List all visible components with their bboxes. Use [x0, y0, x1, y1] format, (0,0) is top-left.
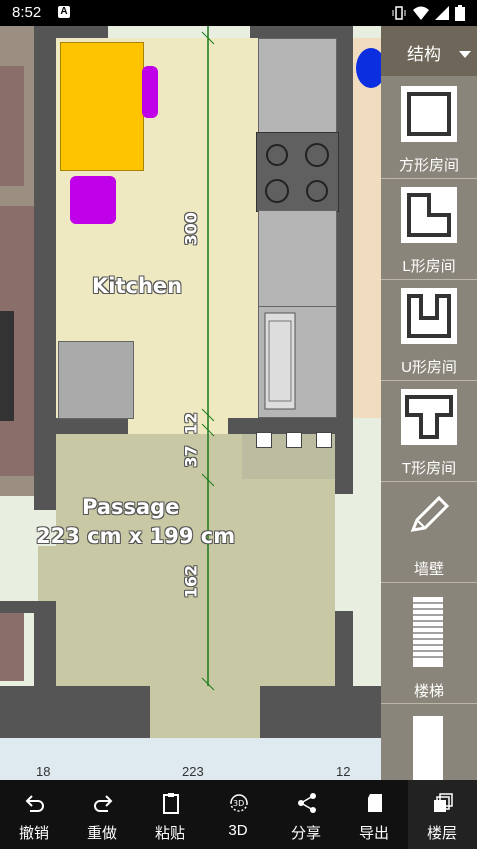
right-room-floor — [353, 38, 381, 418]
layers-icon — [434, 793, 453, 812]
bottom-toolbar: 撤销 重做 粘贴 3D 3D 分享 导出 楼层 — [0, 780, 477, 849]
undo-label: 撤销 — [18, 825, 49, 842]
pencil-icon — [407, 494, 451, 538]
vent-icon — [256, 432, 272, 448]
paste-button[interactable]: 粘贴 — [136, 780, 204, 849]
wall — [0, 601, 38, 613]
kitchen-dimension-label: 300 — [181, 212, 201, 246]
floors-label: 楼层 — [426, 825, 457, 842]
signal-icon — [434, 5, 450, 21]
tool-label: 楼梯 — [413, 683, 444, 700]
passage-dimension-label: 162 — [181, 564, 201, 599]
door-tool-icon — [413, 716, 443, 780]
dimension-label-small: 12 — [181, 412, 201, 435]
panel-header-dropdown[interactable]: 结构 — [381, 26, 477, 76]
chair[interactable] — [70, 176, 116, 224]
tool-label: U形房间 — [401, 359, 457, 376]
wall — [335, 611, 353, 696]
export-button[interactable]: 导出 — [340, 780, 408, 849]
wall — [260, 686, 381, 738]
tool-label: T形房间 — [401, 460, 457, 477]
chair[interactable] — [142, 66, 158, 118]
status-time: 8:52 — [12, 4, 42, 21]
rotate-3d-icon: 3D — [230, 794, 248, 812]
tool-t-room[interactable]: T形房间 — [381, 381, 477, 482]
dimension-label-bottom: 223 — [182, 764, 204, 779]
stove-icon[interactable] — [256, 132, 339, 212]
undo-icon — [25, 795, 44, 812]
wall — [0, 686, 150, 738]
structure-panel: 结构 方形房间 L形房间 U形房间 T形房间 墙壁 楼梯 — [381, 26, 477, 780]
room-name-passage[interactable]: Passage — [82, 495, 179, 519]
tool-l-room[interactable]: L形房间 — [381, 179, 477, 280]
tool-more[interactable] — [381, 706, 477, 780]
tool-stairs[interactable]: 楼梯 — [381, 583, 477, 704]
view-3d-button[interactable]: 3D 3D — [204, 780, 272, 849]
paste-label: 粘贴 — [154, 825, 185, 842]
redo-label: 重做 — [86, 825, 117, 842]
vent-icon — [286, 432, 302, 448]
door-indicator — [356, 48, 381, 88]
wall — [34, 26, 56, 510]
floors-button[interactable]: 楼层 — [408, 780, 477, 849]
tool-label: L形房间 — [402, 258, 456, 275]
battery-icon — [455, 5, 465, 21]
cabinet[interactable] — [58, 341, 134, 419]
status-bar: 8:52 A — [0, 0, 477, 26]
left-furniture — [0, 66, 24, 186]
tool-square-room[interactable]: 方形房间 — [381, 78, 477, 179]
dimension-label-bottom: 12 — [336, 764, 351, 779]
room-size-passage: 223 cm x 199 cm — [36, 524, 236, 548]
passage-floor — [38, 546, 56, 601]
dimension-line — [201, 26, 215, 691]
tool-u-room[interactable]: U形房间 — [381, 280, 477, 381]
share-button[interactable]: 分享 — [272, 780, 340, 849]
wall — [34, 601, 56, 686]
redo-icon — [94, 795, 113, 812]
wall — [56, 26, 108, 38]
view-3d-label: 3D — [228, 822, 248, 839]
wall — [56, 418, 128, 434]
dimension-label-small: 37 — [181, 445, 201, 468]
dropdown-arrow-icon — [459, 46, 471, 64]
notification-icon: A — [58, 6, 70, 18]
sink-icon[interactable] — [258, 306, 337, 418]
room-name-kitchen[interactable]: Kitchen — [92, 274, 182, 298]
share-icon — [298, 793, 316, 813]
share-label: 分享 — [290, 825, 321, 842]
vent-icon — [316, 432, 332, 448]
tool-label: 方形房间 — [398, 157, 459, 174]
t-room-icon — [401, 389, 457, 445]
floor-plan-canvas[interactable]: 300 Kitchen 12 37 Passage 223 cm x 199 c… — [0, 26, 381, 780]
panel-header-label: 结构 — [407, 45, 441, 64]
counter[interactable] — [258, 210, 337, 308]
undo-button[interactable]: 撤销 — [0, 780, 68, 849]
tool-label: 墙壁 — [413, 561, 444, 578]
left-furniture — [0, 606, 24, 681]
export-label: 导出 — [358, 825, 389, 842]
tool-wall[interactable]: 墙壁 — [381, 482, 477, 583]
dimension-label-bottom: 18 — [36, 764, 51, 779]
clipboard-icon — [163, 793, 179, 814]
u-room-icon — [401, 288, 457, 344]
left-dark-object — [0, 311, 14, 421]
svg-text:3D: 3D — [233, 799, 244, 808]
sd-card-icon — [368, 794, 382, 812]
counter[interactable] — [258, 38, 337, 136]
l-room-icon — [401, 187, 457, 243]
square-room-icon — [401, 86, 457, 142]
wifi-icon — [412, 5, 430, 21]
stairs-icon — [413, 597, 443, 667]
vibrate-icon — [392, 6, 406, 20]
table[interactable] — [60, 42, 144, 171]
redo-button[interactable]: 重做 — [68, 780, 136, 849]
